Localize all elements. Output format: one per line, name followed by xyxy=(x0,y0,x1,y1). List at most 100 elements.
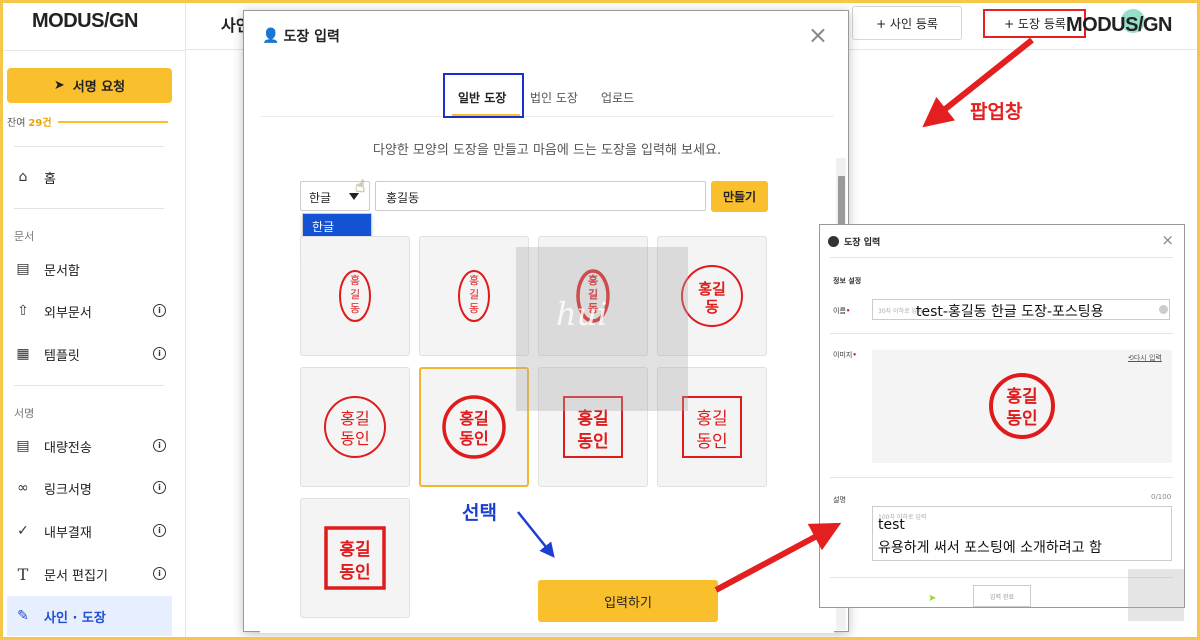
sidebar-item-home[interactable]: ⌂ 홈 xyxy=(14,160,172,194)
stamp-image: 홍길동 xyxy=(339,270,371,322)
redo-link[interactable]: ⟲다시 입력 xyxy=(1128,353,1162,363)
send-icon: ➤ xyxy=(53,78,65,93)
info-icon[interactable]: i xyxy=(153,304,166,317)
sidebar-item-label: 대량전송 xyxy=(44,440,92,456)
divider xyxy=(14,208,164,209)
dropdown-option-hangul[interactable]: 한글 xyxy=(303,214,371,236)
sidebar-item-doc-editor[interactable]: T 문서 편집기 i xyxy=(14,557,172,591)
stamp-preview: 홍길 동인 xyxy=(872,350,1172,463)
image-label-text: 이미지 xyxy=(833,351,853,359)
section-documents: 문서 xyxy=(14,230,35,243)
tab-bar: 일반 도장 법인 도장 업로드 xyxy=(260,61,834,118)
info-icon[interactable]: i xyxy=(153,524,166,537)
modal-body: 일반 도장 법인 도장 업로드 다양한 모양의 도장을 만들고 마음에 드는 도… xyxy=(260,61,846,633)
stamp-info-panel: 도장 입력 × 정보 설정 이름• 30자 이하로 입력 test-홍길동 한글… xyxy=(819,224,1185,621)
stamp-option-selected[interactable]: 홍길 동인 xyxy=(419,367,529,487)
char-count: 0/100 xyxy=(1151,493,1172,501)
modal-title: 도장 입력 xyxy=(283,29,340,45)
stamp-preview-text-bottom: 동인 xyxy=(1006,409,1037,429)
upload-icon: ⇧ xyxy=(17,303,29,319)
stamp-char: 홍길 xyxy=(698,280,726,298)
tab-corporate-stamp[interactable]: 법인 도장 xyxy=(530,89,578,106)
clear-icon[interactable] xyxy=(1159,305,1168,314)
link-icon: ∞ xyxy=(17,480,29,496)
quota-bar xyxy=(57,120,168,123)
stamp-char: 동인 xyxy=(696,432,727,452)
stamp-char: 길 xyxy=(469,288,479,301)
stamp-char: 홍길 xyxy=(340,409,369,428)
sidebar-item-label: 문서함 xyxy=(44,263,80,279)
description-line: test xyxy=(878,517,905,533)
stamp-char: 동 xyxy=(705,298,719,316)
watermark xyxy=(1128,569,1184,621)
text-icon: T xyxy=(17,564,29,584)
stamp-preview-image: 홍길 동인 xyxy=(989,373,1055,439)
app-logo[interactable]: MODUS/GN xyxy=(32,10,139,33)
stamp-char: 홍길 xyxy=(459,409,488,428)
stamp-icon xyxy=(828,235,839,247)
done-button[interactable]: 입력 완료 xyxy=(973,585,1031,607)
person-icon: 👤 xyxy=(262,28,280,44)
name-label-text: 이름 xyxy=(833,307,846,315)
sidebar: MODUS/GN ➤ 서명 요청 잔여 29건 ⌂ 홈 문서 ▤ 문서함 ⇧ 외… xyxy=(0,0,186,640)
stamp-char: 홍길 xyxy=(339,539,370,560)
sidebar-item-template[interactable]: ▦ 템플릿 i xyxy=(14,337,172,371)
script-select-value: 한글 xyxy=(309,191,332,205)
stamp-image: 홍길동인 xyxy=(442,395,506,459)
stamp-char: 동 xyxy=(350,302,360,315)
stamp-char: 길 xyxy=(350,288,360,301)
image-label: 이미지• xyxy=(833,351,857,359)
stamp-image: 홍길동 xyxy=(458,270,490,322)
make-button[interactable]: 만들기 xyxy=(711,181,768,212)
desc-label: 설명 xyxy=(833,496,846,504)
table-icon: ▤ xyxy=(16,438,30,454)
watermark: hui xyxy=(516,247,688,411)
check-circle-icon: ✓ xyxy=(17,523,29,539)
modal-header: 👤 도장 입력 xyxy=(244,11,848,61)
modal-description: 다양한 모양의 도장을 만들고 마음에 드는 도장을 입력해 보세요. xyxy=(372,143,722,158)
divider xyxy=(830,577,1173,578)
sidebar-item-label: 사인 · 도장 xyxy=(44,610,106,626)
close-icon[interactable]: × xyxy=(808,21,828,49)
request-signature-button[interactable]: ➤ 서명 요청 xyxy=(7,68,172,103)
pen-icon: ✎ xyxy=(17,608,29,624)
panel-name-value: test-홍길동 한글 도장-포스팅용 xyxy=(916,304,1104,320)
divider xyxy=(14,385,164,386)
stamp-option[interactable]: 홍길 동인 xyxy=(300,498,410,618)
info-icon[interactable]: i xyxy=(153,567,166,580)
stamp-image: 홍길동인 xyxy=(324,526,386,590)
divider xyxy=(830,257,1173,258)
stamp-input-modal: 👤 도장 입력 × 일반 도장 법인 도장 업로드 다양한 모양의 도장을 만들… xyxy=(243,10,849,633)
sidebar-item-internal-approval[interactable]: ✓ 내부결재 i xyxy=(14,514,172,548)
divider xyxy=(0,50,186,51)
panel-title: 도장 입력 xyxy=(844,237,881,248)
remaining-count: 29건 xyxy=(28,118,52,129)
sidebar-item-external[interactable]: ⇧ 외부문서 i xyxy=(14,294,172,328)
tab-upload[interactable]: 업로드 xyxy=(601,89,634,106)
sidebar-item-sign-stamp[interactable]: ✎ 사인 · 도장 xyxy=(7,596,172,636)
sidebar-item-bulk-send[interactable]: ▤ 대량전송 i xyxy=(14,429,172,463)
divider xyxy=(14,146,164,147)
add-sign-button[interactable]: + 사인 등록 xyxy=(852,6,962,40)
info-icon[interactable]: i xyxy=(153,439,166,452)
stamp-option[interactable]: 홍길 동인 xyxy=(300,367,410,487)
stamp-char: 홍 xyxy=(469,273,479,287)
name-input[interactable]: 홍길동 xyxy=(375,181,706,211)
section-info: 정보 설정 xyxy=(833,277,862,285)
stamp-char: 동인 xyxy=(577,432,608,452)
stamp-option[interactable]: 홍길동 xyxy=(300,236,410,356)
brand-logo: MODUS/GN xyxy=(1066,14,1173,36)
info-icon[interactable]: i xyxy=(153,347,166,360)
stamp-image: 홍길동인 xyxy=(324,396,386,458)
info-icon[interactable]: i xyxy=(153,481,166,494)
sidebar-item-link-sign[interactable]: ∞ 링크서명 i xyxy=(14,471,172,505)
submit-button[interactable]: 입력하기 xyxy=(538,580,718,622)
stamp-char: 동인 xyxy=(459,429,488,448)
name-label: 이름• xyxy=(833,307,851,315)
divider xyxy=(830,477,1173,478)
sidebar-item-label: 문서 편집기 xyxy=(44,568,108,584)
close-icon[interactable]: × xyxy=(1161,231,1174,249)
stamp-option[interactable]: 홍길동 xyxy=(419,236,529,356)
stamp-char: 동인 xyxy=(340,429,369,448)
sidebar-item-inbox[interactable]: ▤ 문서함 xyxy=(14,252,172,286)
